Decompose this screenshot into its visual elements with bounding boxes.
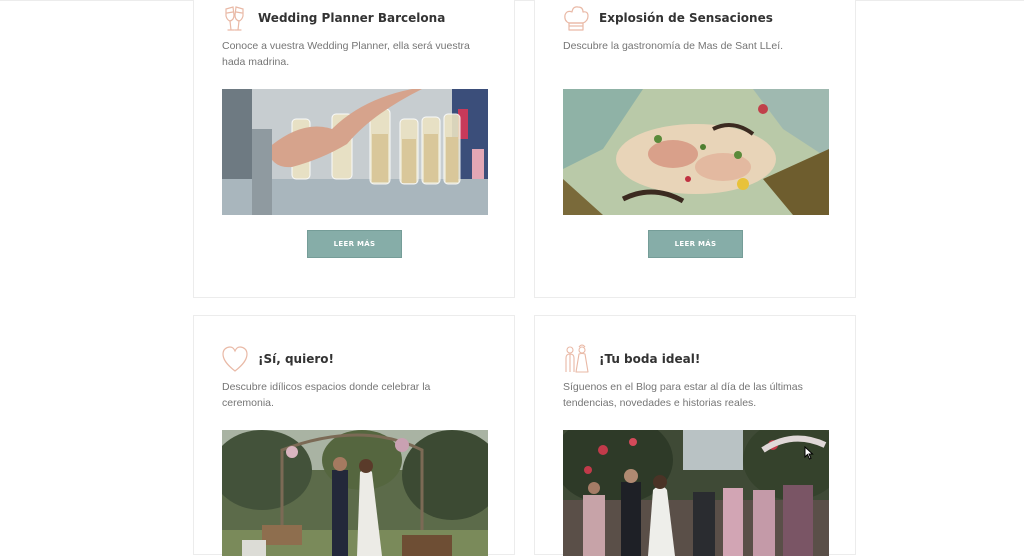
card-title: ¡Tu boda ideal! [599,352,701,366]
card-title: Explosión de Sensaciones [599,11,773,25]
card-photo-celebration [563,430,829,556]
mouse-cursor-icon [804,446,814,460]
chef-hat-icon [564,6,589,31]
card-description: Descubre idílicos espacios donde celebra… [222,381,431,409]
card-description: Descubre la gastronomía de Mas de Sant L… [563,40,784,52]
card-header: Wedding Planner Barcelona [222,3,445,33]
heart-icon [222,346,248,372]
leer-mas-button[interactable]: LEER MÁS [307,230,402,258]
card-wedding-planner: Wedding Planner Barcelona Conoce a vuest… [193,0,515,298]
leer-mas-button[interactable]: LEER MÁS [648,230,743,258]
card-gastronomia: Explosión de Sensaciones Descubre la gas… [534,0,856,298]
card-header: Explosión de Sensaciones [563,3,773,33]
card-description: Síguenos en el Blog para estar al día de… [563,381,803,409]
card-photo-champagne [222,89,488,215]
wedding-couple-icon [565,344,589,373]
card-boda-ideal: ¡Tu boda ideal! Síguenos en el Blog para… [534,315,856,556]
card-photo-ceremony [222,430,488,556]
card-title: Wedding Planner Barcelona [258,11,446,25]
card-title: ¡Sí, quiero! [258,352,334,366]
champagne-glasses-icon [225,6,244,31]
card-header: ¡Tu boda ideal! [563,344,700,374]
card-si-quiero: ¡Sí, quiero! Descubre idílicos espacios … [193,315,515,556]
card-photo-food [563,89,829,215]
card-description: Conoce a vuestra Wedding Planner, ella s… [222,40,470,68]
card-header: ¡Sí, quiero! [222,344,334,374]
